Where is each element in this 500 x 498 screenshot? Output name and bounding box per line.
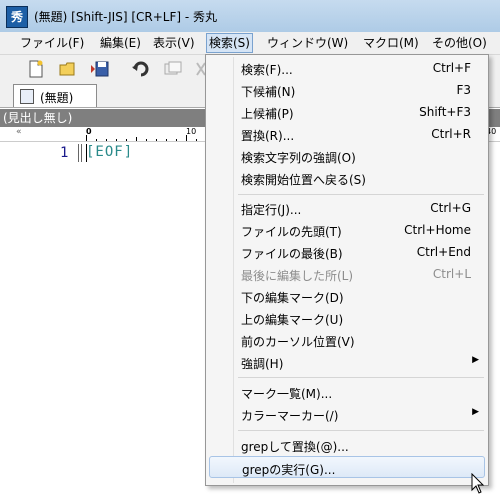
menu-item-label: 上候補(P) xyxy=(241,107,294,121)
undo-icon[interactable] xyxy=(131,59,151,79)
menu-item-label: マーク一覧(M)... xyxy=(241,387,333,401)
menu-item-label: 検索開始位置へ戻る(S) xyxy=(241,173,366,187)
menu-item-shortcut: Ctrl+F xyxy=(432,61,471,75)
menu-item-file-end[interactable]: ファイルの最後(B) Ctrl+End xyxy=(209,241,485,263)
menu-item-label: grepして置換(@)... xyxy=(241,440,349,454)
title-bar[interactable]: 秀 (無題) [Shift-JIS] [CR+LF] - 秀丸 xyxy=(0,0,500,33)
menu-item-color-marker[interactable]: カラーマーカー(/) ▶ xyxy=(209,403,485,425)
menu-item-goto-line[interactable]: 指定行(J)... Ctrl+G xyxy=(209,197,485,219)
menu-item-shortcut: Ctrl+L xyxy=(432,267,471,281)
menu-item-label: カラーマーカー(/) xyxy=(241,409,339,423)
copy-icon[interactable] xyxy=(163,59,183,79)
tab-label: (無題) xyxy=(40,91,74,105)
open-folder-icon[interactable] xyxy=(58,59,78,79)
menu-item-label: 上の編集マーク(U) xyxy=(241,313,344,327)
menu-window[interactable]: ウィンドウ(W) xyxy=(265,34,350,52)
menu-item-mark-list[interactable]: マーク一覧(M)... xyxy=(209,381,485,403)
submenu-arrow-icon: ▶ xyxy=(472,407,479,417)
menu-view[interactable]: 表示(V) xyxy=(151,34,197,52)
menu-bar: ファイル(F) 編集(E) 表示(V) 検索(S) ウィンドウ(W) マクロ(M… xyxy=(0,32,500,55)
search-menu-dropdown: 検索(F)... Ctrl+F 下候補(N) F3 上候補(P) Shift+F… xyxy=(205,54,489,486)
menu-edit[interactable]: 編集(E) xyxy=(98,34,143,52)
menu-item-emphasis[interactable]: 強調(H) ▶ xyxy=(209,351,485,373)
menu-item-label: 前のカーソル位置(V) xyxy=(241,335,355,349)
menu-item-label: 下候補(N) xyxy=(241,85,296,99)
menu-item-label: 下の編集マーク(D) xyxy=(241,291,344,305)
menu-item-grep-replace[interactable]: grepして置換(@)... xyxy=(209,434,485,456)
submenu-arrow-icon: ▶ xyxy=(472,355,479,365)
eof-marker: [EOF] xyxy=(86,144,134,160)
menu-separator xyxy=(238,194,484,195)
mouse-pointer-icon xyxy=(471,473,485,494)
menu-search[interactable]: 検索(S) xyxy=(206,33,253,53)
document-icon xyxy=(20,89,34,104)
menu-item-label: 検索文字列の強調(O) xyxy=(241,151,356,165)
new-file-icon[interactable] xyxy=(26,59,46,79)
menu-item-label: ファイルの最後(B) xyxy=(241,247,343,261)
menu-item-label: 置換(R)... xyxy=(241,129,295,143)
menu-item-shortcut: Shift+F3 xyxy=(419,105,471,119)
menu-separator xyxy=(238,430,484,431)
menu-item-grep-run[interactable]: grepの実行(G)... xyxy=(209,456,485,478)
menu-item-shortcut: F3 xyxy=(456,83,471,97)
line-number: 1 xyxy=(60,145,69,161)
menu-item-shortcut: Ctrl+End xyxy=(416,245,471,259)
ruler-chevron: « xyxy=(16,127,22,137)
menu-item-replace[interactable]: 置換(R)... Ctrl+R xyxy=(209,123,485,145)
menu-item-previous[interactable]: 上候補(P) Shift+F3 xyxy=(209,101,485,123)
save-icon[interactable] xyxy=(90,59,110,79)
hidemaru-app-icon[interactable]: 秀 xyxy=(6,6,28,28)
menu-item-prev-cursor[interactable]: 前のカーソル位置(V) xyxy=(209,329,485,351)
line-marker xyxy=(78,144,82,162)
menu-item-return-to-start[interactable]: 検索開始位置へ戻る(S) xyxy=(209,167,485,189)
menu-item-file-top[interactable]: ファイルの先頭(T) Ctrl+Home xyxy=(209,219,485,241)
menu-macro[interactable]: マクロ(M) xyxy=(361,34,421,52)
menu-file[interactable]: ファイル(F) xyxy=(18,34,86,52)
menu-item-last-edit: 最後に編集した所(L) Ctrl+L xyxy=(209,263,485,285)
tab-untitled[interactable]: (無題) xyxy=(13,84,97,107)
menu-item-find[interactable]: 検索(F)... Ctrl+F xyxy=(209,57,485,79)
menu-item-shortcut: Ctrl+R xyxy=(431,127,471,141)
menu-item-next-edit-mark[interactable]: 下の編集マーク(D) xyxy=(209,285,485,307)
menu-other[interactable]: その他(O) xyxy=(430,34,489,52)
menu-item-label: 検索(F)... xyxy=(241,63,293,77)
menu-item-label: grepの実行(G)... xyxy=(242,463,336,477)
menu-item-label: ファイルの先頭(T) xyxy=(241,225,342,239)
menu-item-label: 強調(H) xyxy=(241,357,284,371)
menu-item-label: 指定行(J)... xyxy=(241,203,302,217)
menu-item-shortcut: Ctrl+G xyxy=(430,201,471,215)
window-title: (無題) [Shift-JIS] [CR+LF] - 秀丸 xyxy=(34,10,218,24)
menu-item-label: 最後に編集した所(L) xyxy=(241,269,354,283)
menu-item-next[interactable]: 下候補(N) F3 xyxy=(209,79,485,101)
menu-item-highlight-search[interactable]: 検索文字列の強調(O) xyxy=(209,145,485,167)
menu-item-prev-edit-mark[interactable]: 上の編集マーク(U) xyxy=(209,307,485,329)
menu-separator xyxy=(238,377,484,378)
menu-item-shortcut: Ctrl+Home xyxy=(404,223,471,237)
